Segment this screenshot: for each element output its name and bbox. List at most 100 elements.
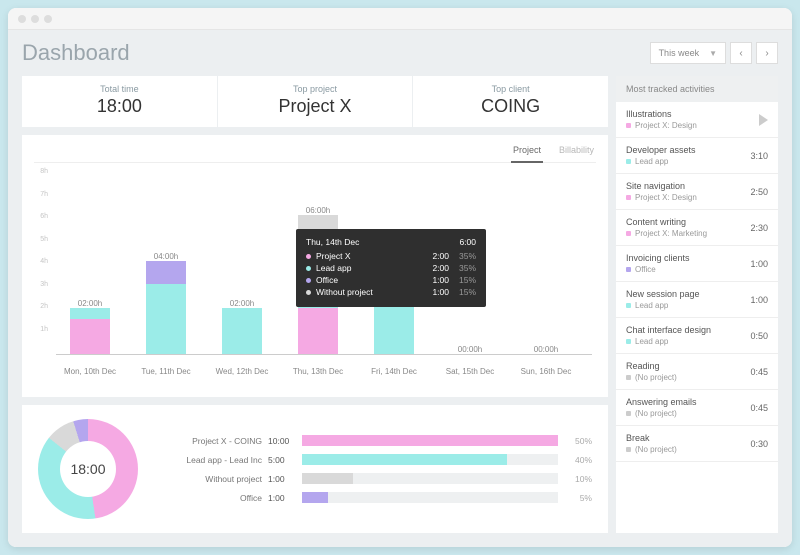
activity-left: Chat interface designLead app bbox=[626, 325, 711, 346]
tooltip-row: Without project1:0015% bbox=[306, 287, 476, 297]
activity-left: New session pageLead app bbox=[626, 289, 700, 310]
donut-chart: 18:00 bbox=[38, 419, 138, 519]
breakdown-bar bbox=[302, 435, 558, 446]
summary-total-time: Total time 18:00 bbox=[22, 76, 218, 127]
activity-sub: Project X: Marketing bbox=[626, 229, 707, 238]
breakdown-bar-track bbox=[302, 492, 558, 503]
activity-item[interactable]: IllustrationsProject X: Design bbox=[616, 102, 778, 138]
activity-left: Invoicing clientsOffice bbox=[626, 253, 690, 274]
activity-item[interactable]: Invoicing clientsOffice1:00 bbox=[616, 246, 778, 282]
activity-left: Developer assetsLead app bbox=[626, 145, 696, 166]
activity-left: Site navigationProject X: Design bbox=[626, 181, 697, 202]
period-label: This week bbox=[659, 48, 700, 58]
tooltip-name: Without project bbox=[316, 287, 418, 297]
activity-item[interactable]: Content writingProject X: Marketing2:30 bbox=[616, 210, 778, 246]
activity-time: 1:00 bbox=[750, 295, 768, 305]
project-dot-icon bbox=[626, 123, 631, 128]
tooltip-pct: 15% bbox=[454, 287, 476, 297]
app-window: Dashboard This week ▼ ‹ › Total time 18:… bbox=[8, 8, 792, 547]
y-tick: 3h bbox=[34, 281, 48, 288]
bar-value-label: 02:00h bbox=[222, 299, 262, 308]
bar-value-label: 04:00h bbox=[146, 252, 186, 261]
summary-value: COING bbox=[417, 96, 604, 117]
tab-billability[interactable]: Billability bbox=[557, 145, 596, 162]
legend-dot bbox=[306, 254, 311, 259]
summary-label: Total time bbox=[26, 84, 213, 94]
activity-item[interactable]: Break(No project) 0:30 bbox=[616, 426, 778, 462]
activity-time: 0:50 bbox=[750, 331, 768, 341]
activities-header: Most tracked activities bbox=[616, 76, 778, 102]
activity-sub: (No project) bbox=[626, 409, 697, 418]
activity-time: 3:10 bbox=[750, 151, 768, 161]
project-dot-icon bbox=[626, 411, 631, 416]
bar-chart-card: Project Billability 1h2h3h4h5h6h7h8h 02:… bbox=[22, 135, 608, 397]
activity-left: Reading(No project) bbox=[626, 361, 677, 382]
breakdown-row: Project X - COING10:0050% bbox=[152, 435, 592, 446]
activities-list: IllustrationsProject X: Design Developer … bbox=[616, 102, 778, 462]
summary-value: Project X bbox=[222, 96, 409, 117]
activity-left: Answering emails (No project) bbox=[626, 397, 697, 418]
breakdown-row: Office1:005% bbox=[152, 492, 592, 503]
breakdown-row: Without project1:0010% bbox=[152, 473, 592, 484]
activity-title: Break bbox=[626, 433, 677, 443]
tooltip-name: Project X bbox=[316, 251, 418, 261]
activity-left: Break(No project) bbox=[626, 433, 677, 454]
window-dot bbox=[44, 15, 52, 23]
period-select[interactable]: This week ▼ bbox=[650, 42, 726, 64]
breakdown-label: Without project bbox=[152, 474, 262, 484]
tooltip-row: Lead app2:0035% bbox=[306, 263, 476, 273]
breakdown-time: 5:00 bbox=[268, 455, 296, 465]
breakdown-time: 10:00 bbox=[268, 436, 296, 446]
activity-title: Site navigation bbox=[626, 181, 697, 191]
project-dot-icon bbox=[626, 267, 631, 272]
summary-top-project: Top project Project X bbox=[218, 76, 414, 127]
breakdown-pct: 40% bbox=[564, 455, 592, 465]
tab-project[interactable]: Project bbox=[511, 145, 543, 163]
y-tick: 5h bbox=[34, 236, 48, 243]
page-header: Dashboard This week ▼ ‹ › bbox=[22, 40, 778, 66]
summary-label: Top project bbox=[222, 84, 409, 94]
bar-chart: 1h2h3h4h5h6h7h8h 02:00h04:00h02:00h06:00… bbox=[34, 169, 596, 383]
donut-center: 18:00 bbox=[60, 441, 116, 497]
activity-title: New session page bbox=[626, 289, 700, 299]
activity-time: 0:30 bbox=[750, 439, 768, 449]
tooltip-pct: 15% bbox=[454, 275, 476, 285]
chart-tooltip: Thu, 14th Dec 6:00 Project X2:0035%Lead … bbox=[296, 229, 486, 307]
legend-dot bbox=[306, 278, 311, 283]
y-tick: 6h bbox=[34, 213, 48, 220]
activity-item[interactable]: Answering emails(No project)0:45 bbox=[616, 390, 778, 426]
x-axis: Mon, 10th DecTue, 11th DecWed, 12th DecT… bbox=[56, 359, 592, 383]
y-tick: 7h bbox=[34, 191, 48, 198]
activity-item[interactable]: New session pageLead app 1:00 bbox=[616, 282, 778, 318]
breakdown-bar bbox=[302, 492, 328, 503]
breakdown-time: 1:00 bbox=[268, 474, 296, 484]
activity-item[interactable]: Site navigationProject X: Design2:50 bbox=[616, 174, 778, 210]
chevron-down-icon: ▼ bbox=[709, 49, 717, 58]
project-dot-icon bbox=[626, 447, 631, 452]
activity-title: Reading bbox=[626, 361, 677, 371]
x-label: Tue, 11th Dec bbox=[136, 367, 196, 376]
next-button[interactable]: › bbox=[756, 42, 778, 64]
prev-button[interactable]: ‹ bbox=[730, 42, 752, 64]
tooltip-date: Thu, 14th Dec bbox=[306, 237, 359, 247]
play-icon[interactable] bbox=[759, 114, 768, 126]
activity-left: Content writingProject X: Marketing bbox=[626, 217, 707, 238]
y-tick: 1h bbox=[34, 326, 48, 333]
breakdown-bar-track bbox=[302, 473, 558, 484]
legend-dot bbox=[306, 266, 311, 271]
x-label: Wed, 12th Dec bbox=[212, 367, 272, 376]
activity-item[interactable]: Developer assetsLead app 3:10 bbox=[616, 138, 778, 174]
tooltip-time: 2:00 bbox=[423, 251, 449, 261]
activity-left: IllustrationsProject X: Design bbox=[626, 109, 697, 130]
tooltip-time: 1:00 bbox=[423, 275, 449, 285]
x-label: Sun, 16th Dec bbox=[516, 367, 576, 376]
activity-item[interactable]: Chat interface designLead app 0:50 bbox=[616, 318, 778, 354]
breakdown-card: 18:00 Project X - COING10:0050%Lead app … bbox=[22, 405, 608, 533]
breakdown-bar-track bbox=[302, 435, 558, 446]
project-dot-icon bbox=[626, 159, 631, 164]
activity-title: Answering emails bbox=[626, 397, 697, 407]
window-titlebar bbox=[8, 8, 792, 30]
project-dot-icon bbox=[626, 231, 631, 236]
activity-item[interactable]: Reading(No project)0:45 bbox=[616, 354, 778, 390]
tooltip-time: 2:00 bbox=[423, 263, 449, 273]
